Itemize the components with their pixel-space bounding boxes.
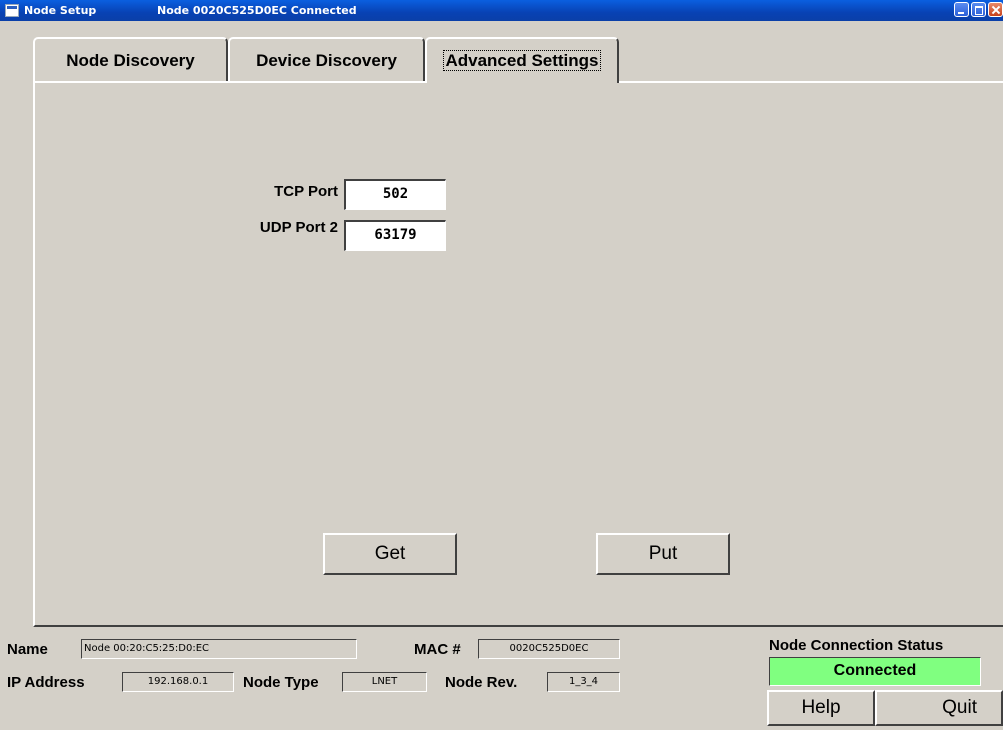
node-name-field: Node 00:20:C5:25:D0:EC [81,639,357,659]
help-button[interactable]: Help [767,690,875,726]
node-setup-window: Node Setup Node 0020C525D0EC Connected N… [0,0,1003,730]
tab-device-discovery-label: Device Discovery [256,51,397,70]
window-title: Node Setup [24,4,97,17]
connection-status-indicator: Connected [769,657,981,686]
mac-label: MAC # [414,641,461,658]
get-button[interactable]: Get [323,533,457,575]
tab-node-discovery-label: Node Discovery [66,51,195,70]
node-rev-label: Node Rev. [445,674,518,691]
tab-advanced-settings-label: Advanced Settings [443,50,601,71]
connection-status-title: Node Connection Status [769,637,944,654]
quit-button[interactable]: Quit [875,690,1003,726]
node-type-label: Node Type [243,674,319,691]
minimize-icon[interactable] [954,2,969,17]
udp-port-2-label: UDP Port 2 [259,219,338,236]
ip-address-field: 192.168.0.1 [122,672,234,692]
udp-port-2-field[interactable]: 63179 [344,220,446,251]
window-icon [5,4,19,17]
title-bar[interactable]: Node Setup Node 0020C525D0EC Connected [0,0,1003,21]
name-label: Name [7,641,48,658]
maximize-icon[interactable] [971,2,986,17]
ip-address-label: IP Address [7,674,85,691]
node-rev-field: 1_3_4 [547,672,620,692]
close-icon[interactable] [988,2,1003,17]
window-connection-title: Node 0020C525D0EC Connected [157,4,357,17]
mac-address-field: 0020C525D0EC [478,639,620,659]
tcp-port-label: TCP Port [274,183,338,200]
advanced-settings-panel [33,81,1003,627]
tcp-port-field[interactable]: 502 [344,179,446,210]
node-type-field: LNET [342,672,427,692]
tab-node-discovery[interactable]: Node Discovery [33,37,228,81]
tab-device-discovery[interactable]: Device Discovery [228,37,425,81]
put-button[interactable]: Put [596,533,730,575]
tab-advanced-settings[interactable]: Advanced Settings [425,37,619,83]
